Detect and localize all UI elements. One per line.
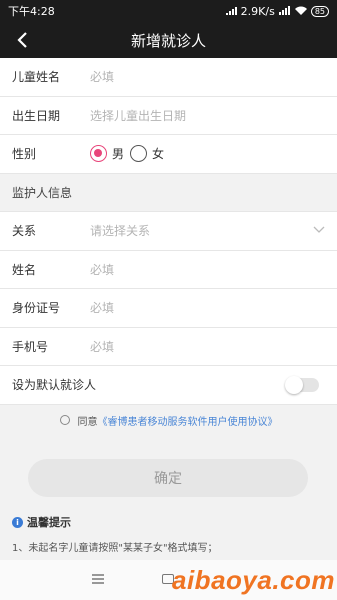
child-name-input[interactable]: 必填 [90, 68, 114, 85]
agreement-prefix: 同意 [77, 416, 98, 428]
gender-male-label: 男 [112, 147, 125, 162]
birth-date-picker[interactable]: 选择儿童出生日期 [90, 107, 186, 124]
relation-select[interactable]: 请选择关系 [90, 222, 150, 239]
id-number-row: 身份证号 必填 [0, 289, 337, 328]
radio-unchecked-icon [130, 145, 148, 163]
status-time: 下午4:28 [8, 5, 55, 18]
relation-label: 关系 [12, 224, 37, 239]
network-speed: 2.9K/s [240, 4, 275, 18]
name-input[interactable]: 必填 [90, 261, 114, 278]
menu-icon[interactable] [92, 574, 104, 584]
signal-bars-icon [278, 6, 290, 15]
name-label: 姓名 [12, 262, 37, 277]
birth-date-row[interactable]: 出生日期 选择儿童出生日期 [0, 97, 337, 135]
patient-form: 儿童姓名 必填 出生日期 选择儿童出生日期 性别 男 女 监护人信息 关系 请选… [0, 58, 337, 405]
battery-icon: 85 [310, 5, 329, 17]
status-bar: 下午4:28 2.9K/s 85 [0, 0, 337, 22]
chevron-down-icon [313, 226, 325, 233]
gender-male-radio[interactable]: 男 [90, 145, 125, 163]
name-row: 姓名 必填 [0, 251, 337, 289]
gender-female-radio[interactable]: 女 [130, 145, 165, 163]
agreement-link[interactable]: 《睿博患者移动服务软件用户使用协议》 [98, 413, 278, 428]
back-button[interactable] [10, 28, 34, 52]
header-bar: 新增就诊人 [0, 22, 337, 58]
radio-checked-icon [90, 145, 107, 163]
watermark-logo: aibaoya.com [172, 565, 336, 595]
signal-icon [225, 7, 237, 15]
guardian-section-header: 监护人信息 [0, 173, 337, 212]
child-name-row: 儿童姓名 必填 [0, 58, 337, 97]
tips-section: i 温馨提示 1、未起名字儿童请按照"某某子女"格式填写； [12, 514, 218, 554]
gender-female-label: 女 [152, 147, 165, 162]
gender-row: 性别 男 女 [0, 135, 337, 174]
id-number-label: 身份证号 [12, 301, 61, 316]
phone-row: 手机号 必填 [0, 328, 337, 366]
phone-input[interactable]: 必填 [90, 338, 114, 355]
tips-line: 1、未起名字儿童请按照"某某子女"格式填写； [12, 543, 218, 554]
birth-date-label: 出生日期 [12, 108, 61, 123]
chevron-left-icon [17, 32, 27, 48]
tips-header: i 温馨提示 [12, 514, 218, 530]
wifi-icon [294, 6, 307, 15]
toggle-knob [285, 376, 303, 394]
gender-label: 性别 [12, 147, 37, 162]
status-right: 2.9K/s 85 [225, 5, 329, 18]
relation-row[interactable]: 关系 请选择关系 [0, 212, 337, 251]
agreement-checkbox[interactable] [59, 415, 70, 425]
agreement-row: 同意 《睿博患者移动服务软件用户使用协议》 [0, 405, 337, 435]
id-number-input[interactable]: 必填 [90, 299, 114, 316]
confirm-button[interactable]: 确定 [28, 459, 308, 497]
tips-title: 温馨提示 [27, 516, 71, 529]
info-icon: i [12, 516, 23, 528]
default-patient-toggle[interactable] [285, 376, 319, 394]
default-patient-row: 设为默认就诊人 [0, 366, 337, 405]
phone-label: 手机号 [12, 339, 49, 354]
default-patient-label: 设为默认就诊人 [12, 378, 97, 393]
page-title: 新增就诊人 [130, 31, 206, 50]
child-name-label: 儿童姓名 [12, 70, 61, 85]
